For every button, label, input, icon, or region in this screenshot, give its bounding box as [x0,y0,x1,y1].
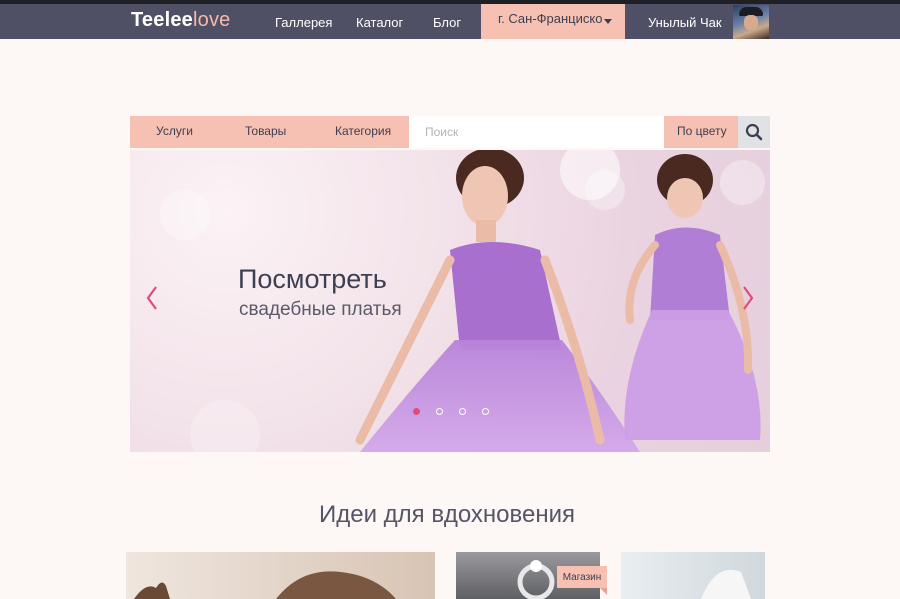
inspiration-card[interactable] [126,552,435,599]
hero-banner: Посмотреть свадебные платья [130,150,770,452]
user-name[interactable]: Унылый Чак [648,15,722,30]
shop-badge[interactable]: Магазин [557,566,607,595]
search-input[interactable] [409,116,664,148]
carousel-dot[interactable] [413,408,420,415]
logo[interactable]: Teeleelove [131,9,230,32]
search-button[interactable] [738,116,770,148]
city-selector[interactable]: г. Сан-Франциско [481,4,625,39]
search-bar: Услуги Товары Категория По цвету [130,116,770,148]
color-filter-button[interactable]: По цвету [664,116,738,148]
city-label: г. Сан-Франциско [498,11,603,26]
search-tab-services[interactable]: Услуги [156,124,193,138]
nav-catalog[interactable]: Каталог [356,15,403,30]
logo-main: Teelee [131,9,193,31]
carousel-indicators [413,408,493,418]
inspiration-card[interactable] [621,552,765,599]
card-photo [134,571,396,599]
carousel-dot[interactable] [459,408,466,415]
hero-subtitle: свадебные платья [239,299,402,320]
section-title: Идеи для вдохновения [319,501,575,528]
carousel-dot[interactable] [436,408,443,415]
search-tab-products[interactable]: Товары [245,124,286,138]
search-tab-category[interactable]: Категория [335,124,391,138]
chevron-left-icon[interactable] [143,284,161,312]
bokeh-light [190,400,260,452]
hero-title: Посмотреть [238,264,387,294]
carousel-dot[interactable] [482,408,489,415]
chevron-right-icon[interactable] [739,284,757,312]
avatar[interactable] [733,5,769,39]
top-navigation-bar: Teeleelove Галлерея Каталог Блог г. Сан-… [0,0,900,39]
card-photo [701,569,751,599]
chevron-down-icon [604,19,612,24]
nav-gallery[interactable]: Галлерея [275,15,332,30]
nav-blog[interactable]: Блог [433,15,461,30]
bokeh-light [160,190,210,240]
search-icon [745,123,763,141]
logo-accent: love [192,9,231,31]
